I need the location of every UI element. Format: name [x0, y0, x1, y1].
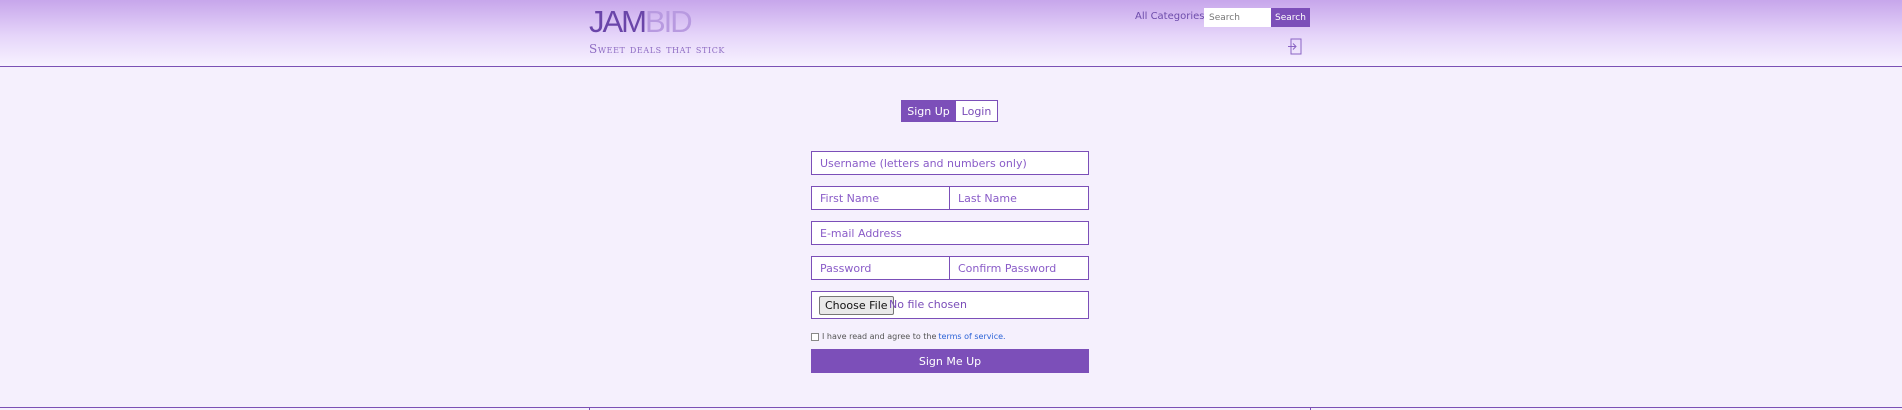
- sign-me-up-button[interactable]: Sign Me Up: [811, 349, 1089, 373]
- site-header: JAMBID Sweet deals that stick All Catego…: [0, 0, 1902, 67]
- tab-login[interactable]: Login: [956, 100, 998, 122]
- email-field[interactable]: [811, 221, 1089, 245]
- search-button[interactable]: Search: [1271, 8, 1310, 27]
- tab-sign-up[interactable]: Sign Up: [901, 100, 956, 122]
- logo-bid: BID: [645, 4, 693, 39]
- site-logo[interactable]: JAMBID: [589, 4, 693, 39]
- tagline: Sweet deals that stick: [589, 42, 725, 56]
- username-field[interactable]: [811, 151, 1089, 175]
- terms-agreement: I have read and agree to the terms of se…: [811, 332, 1006, 341]
- choose-file-button[interactable]: Choose File: [819, 296, 894, 315]
- last-name-field[interactable]: [949, 186, 1089, 210]
- password-field[interactable]: [811, 256, 950, 280]
- first-name-field[interactable]: [811, 186, 950, 210]
- search-input[interactable]: [1204, 8, 1276, 27]
- terms-checkbox[interactable]: [811, 332, 819, 341]
- confirm-password-field[interactable]: [949, 256, 1089, 280]
- login-icon[interactable]: [1287, 38, 1302, 55]
- file-status: No file chosen: [889, 298, 967, 311]
- footer-divider: [0, 407, 1902, 408]
- terms-text: I have read and agree to the: [822, 332, 937, 341]
- auth-tabs: Sign Up Login: [901, 100, 998, 122]
- all-categories-link[interactable]: All Categories: [1135, 11, 1204, 22]
- terms-of-service-link[interactable]: terms of service.: [938, 332, 1005, 341]
- logo-jam: JAM: [589, 4, 647, 39]
- avatar-upload: Choose File No file chosen: [811, 291, 1089, 319]
